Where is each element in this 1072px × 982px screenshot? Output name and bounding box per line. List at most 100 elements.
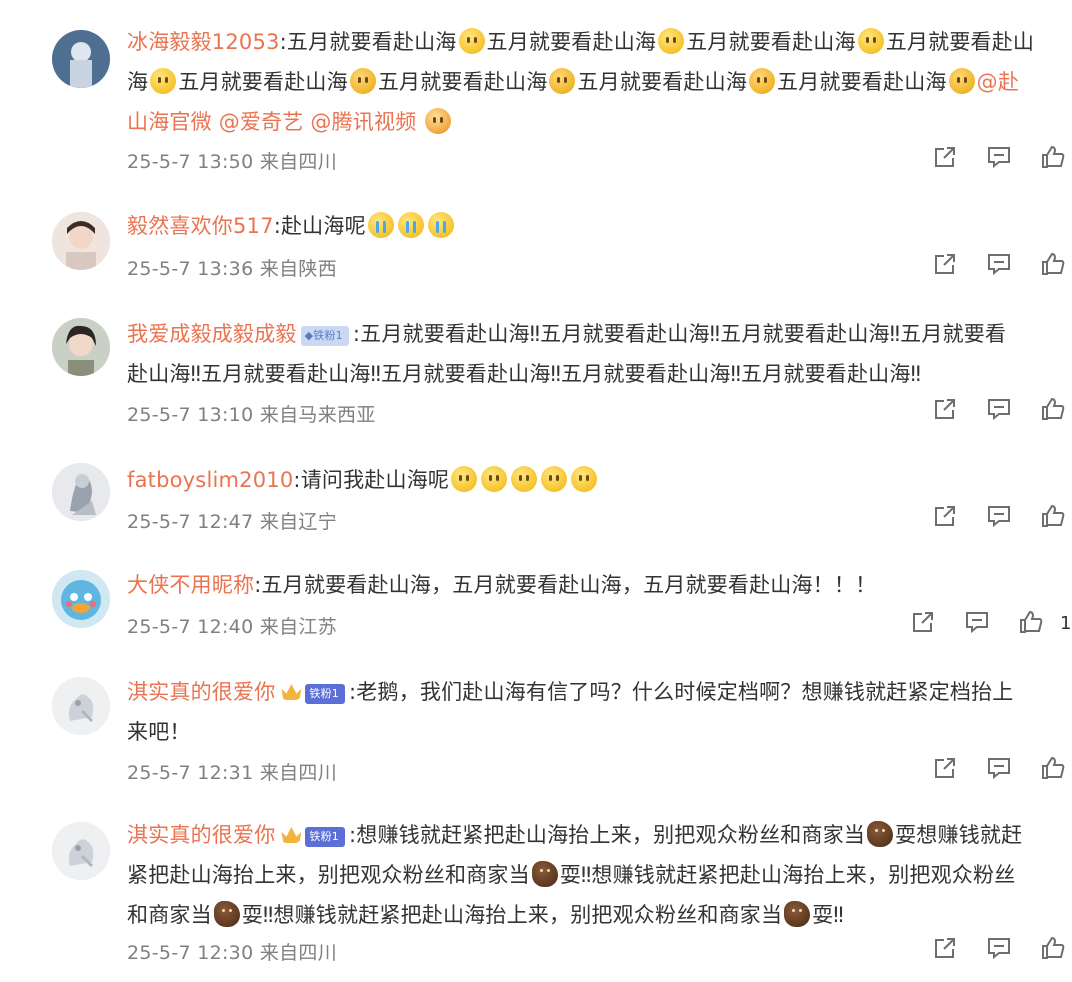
share-button[interactable] (932, 505, 958, 531)
smile-emoji-icon (150, 68, 177, 94)
share-icon (932, 503, 958, 533)
comment-actions (872, 503, 1072, 535)
comment-location: 来自辽宁 (259, 511, 338, 533)
like-icon (1040, 935, 1066, 965)
avatar[interactable] (52, 570, 110, 628)
comment-text-segment: 请问我赴山海呢 (300, 468, 450, 492)
username-link[interactable]: 淇实真的很爱你 (127, 823, 275, 847)
avatar[interactable] (52, 463, 110, 521)
like-count: 1 (1060, 613, 1072, 634)
share-button[interactable] (932, 146, 958, 172)
cry-emoji-icon (397, 212, 424, 238)
comment-location: 来自陕西 (259, 258, 338, 280)
avatar[interactable] (52, 677, 110, 735)
share-button[interactable] (932, 937, 958, 963)
username-link[interactable]: 我爱成毅成毅成毅 (127, 322, 297, 346)
avatar[interactable] (52, 30, 110, 88)
sad-emoji-icon (749, 68, 776, 94)
comment-icon (986, 144, 1012, 174)
comment-text-segment: 五月就要看赴山海 (178, 70, 348, 94)
squirrel-emoji-icon (531, 861, 558, 887)
sad-emoji-icon (948, 68, 975, 94)
username-link[interactable]: 冰海毅毅12053 (127, 30, 280, 54)
comment-button[interactable] (986, 253, 1012, 279)
share-icon (932, 755, 958, 785)
comment-date: 25-5-7 12:30 (127, 942, 254, 964)
avatar[interactable] (52, 318, 110, 376)
username-separator: : (293, 468, 301, 492)
comment-icon (986, 935, 1012, 965)
comment-actions (850, 610, 1050, 641)
like-button[interactable] (1040, 935, 1066, 965)
comment-date: 25-5-7 12:40 (127, 616, 254, 638)
share-button[interactable] (932, 253, 958, 279)
comment-icon (986, 251, 1012, 281)
fan-badge[interactable]: ◆铁粉1 (300, 326, 349, 346)
comment-meta: 25-5-7 13:36 来自陕西 (127, 254, 337, 281)
like-button[interactable] (1040, 756, 1066, 783)
comment-text-segment: 赴山海‼五月就要看赴山海‼五月就要看赴山海‼五月就要看赴山海‼五月就要看赴山海‼ (127, 362, 921, 386)
comment-text: 淇实真的很爱你 铁粉1:想赚钱就赶紧把赴山海抬上来，别把观众粉丝和商家当 耍想赚钱就… (127, 815, 1067, 855)
comment-text-segment: 五月就要看赴山海 (286, 30, 457, 54)
username-link[interactable]: 毅然喜欢你517 (127, 214, 274, 238)
comment-text-line: 海 五月就要看赴山海 五月就要看赴山海 五月就要看赴山海 五月就要看赴山海 @赴 (127, 62, 1067, 102)
like-button[interactable] (1040, 397, 1066, 424)
comment-text-line: 山海官微 @爱奇艺 @腾讯视频 (127, 102, 1067, 142)
love-emoji-icon (425, 108, 452, 134)
mention-link[interactable]: 山海官微 (127, 110, 212, 134)
sad-emoji-icon (549, 68, 576, 94)
squirrel-emoji-icon (784, 901, 811, 927)
smile-emoji-icon (658, 28, 685, 54)
comment-text-segment: 耍‼ (812, 903, 844, 927)
comment-text-segment: 五月就要看赴山海 (577, 70, 748, 94)
comment-location: 来自四川 (259, 151, 338, 173)
like-button[interactable] (1040, 251, 1066, 281)
comment-text-segment: 耍‼想赚钱就赶紧把赴山海抬上来，别把观众粉丝 (559, 863, 1016, 887)
mention-link[interactable]: @爱奇艺 (219, 110, 304, 134)
share-button[interactable] (932, 757, 958, 783)
comment-actions (872, 756, 1072, 787)
comment-button[interactable] (986, 146, 1012, 172)
comment-text-segment: 五月就要看赴山海 (377, 70, 548, 94)
fan-badge[interactable]: 铁粉1 (305, 684, 346, 704)
mention-link[interactable]: @腾讯视频 (310, 110, 416, 134)
comment-meta: 25-5-7 13:10 来自马来西亚 (127, 400, 376, 427)
comment-button[interactable] (986, 757, 1012, 783)
comment-text-segment (416, 110, 423, 134)
comment-button[interactable] (986, 398, 1012, 424)
mention-link[interactable]: @赴 (977, 70, 1019, 94)
sad-emoji-icon (349, 68, 376, 94)
username-separator: : (273, 214, 281, 238)
comment-icon (986, 755, 1012, 785)
username-separator: : (279, 30, 287, 54)
like-icon (1040, 503, 1066, 533)
share-icon (910, 609, 936, 639)
comment-button[interactable] (964, 611, 990, 637)
like-button[interactable] (1040, 503, 1066, 533)
comment-text-line: 来吧！ (127, 712, 1067, 752)
like-icon (1040, 251, 1066, 281)
like-button[interactable] (1018, 610, 1044, 637)
share-button[interactable] (932, 398, 958, 424)
comment-text-segment: 五月就要看赴山海‼五月就要看赴山海‼五月就要看赴山海‼五月就要看 (360, 322, 1007, 346)
username-link[interactable]: fatboyslim2010 (127, 468, 293, 492)
comment-location: 来自四川 (259, 942, 338, 964)
username-link[interactable]: 大侠不用昵称 (127, 573, 254, 597)
comment-date: 25-5-7 13:50 (127, 151, 254, 173)
avatar[interactable] (52, 822, 110, 880)
comment-date: 25-5-7 13:36 (127, 258, 254, 280)
comment-button[interactable] (986, 505, 1012, 531)
fan-badge[interactable]: 铁粉1 (305, 827, 346, 847)
comment-text-segment: 耍‼想赚钱就赶紧把赴山海抬上来，别把观众粉丝和商家当 (241, 903, 783, 927)
comment-icon (986, 396, 1012, 426)
username-link[interactable]: 淇实真的很爱你 (127, 680, 275, 704)
comment-text-segment: 赴山海呢 (280, 214, 366, 238)
comment-button[interactable] (986, 937, 1012, 963)
comment-text-segment: 五月就要看赴山 (885, 30, 1035, 54)
avatar[interactable] (52, 212, 110, 270)
like-button[interactable] (1040, 145, 1066, 172)
share-button[interactable] (910, 611, 936, 637)
comment-text-segment: 耍想赚钱就赶 (895, 823, 1023, 847)
smile-emoji-icon (571, 466, 598, 492)
comment-text-segment: 来吧！ (127, 720, 191, 744)
